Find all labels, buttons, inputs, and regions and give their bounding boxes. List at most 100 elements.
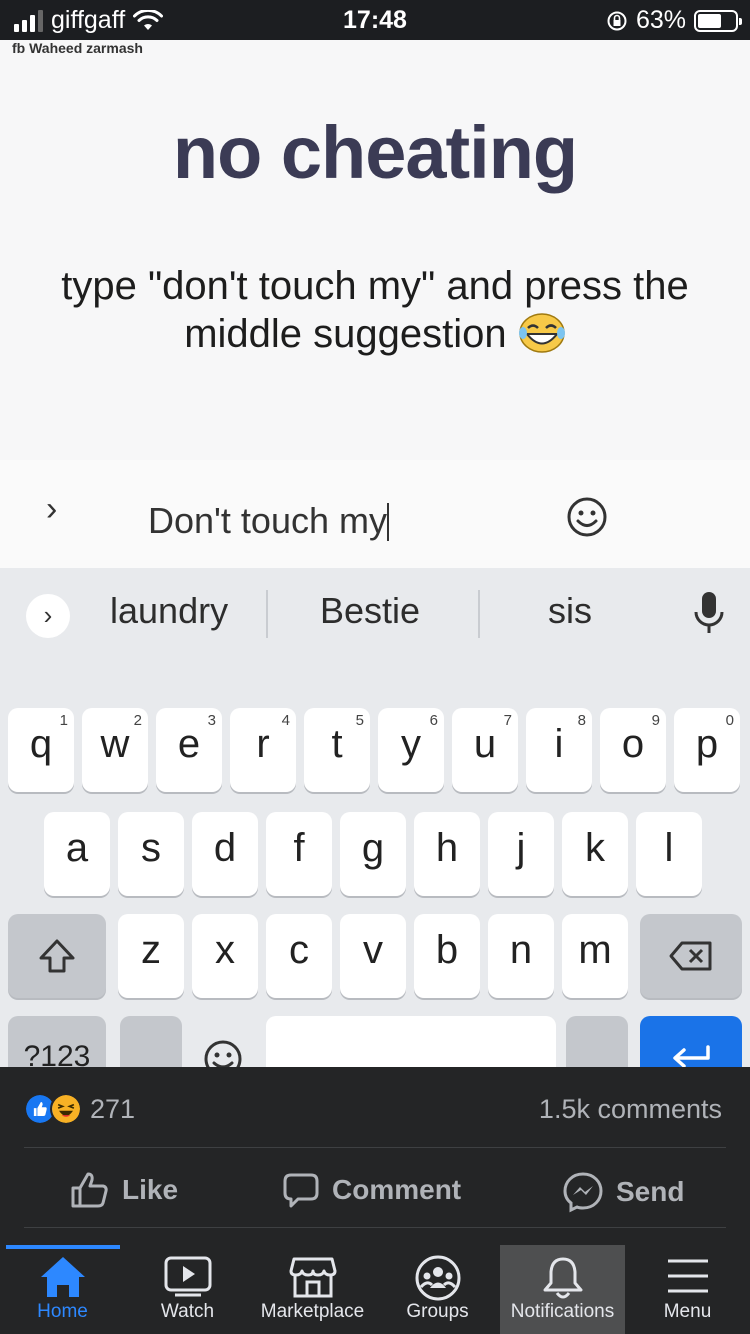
- key-e: e3: [156, 708, 222, 792]
- key-w: w2: [82, 708, 148, 792]
- post-image[interactable]: fb Waheed zarmash no cheating type "don'…: [0, 40, 750, 1067]
- key-label: g: [361, 826, 385, 870]
- comments-count[interactable]: 1.5k comments: [539, 1094, 722, 1125]
- key-label: x: [215, 928, 235, 972]
- laughing-emoji-icon: [518, 313, 565, 353]
- key-number-hint: 2: [133, 712, 142, 729]
- chevron-right-icon: ›: [46, 490, 58, 528]
- key-s: s: [118, 812, 184, 896]
- watermark: fb Waheed zarmash: [12, 40, 143, 56]
- like-icon: [71, 1172, 108, 1208]
- key-label: f: [293, 826, 305, 870]
- nav-notifications[interactable]: Notifications: [500, 1245, 625, 1334]
- key-number-hint: 1: [59, 712, 68, 729]
- like-button[interactable]: Like: [70, 1171, 178, 1209]
- send-button[interactable]: Send: [562, 1171, 684, 1213]
- nav-watch-label: Watch: [160, 1301, 215, 1322]
- key-c: c: [266, 914, 332, 998]
- shift-key: [8, 914, 106, 998]
- marketplace-icon: [289, 1257, 336, 1298]
- text-cursor: [386, 503, 389, 541]
- key-number-hint: 4: [281, 712, 290, 729]
- key-number-hint: 7: [503, 712, 512, 729]
- nav-marketplace[interactable]: Marketplace: [250, 1245, 375, 1334]
- key-n: n: [488, 914, 554, 998]
- key-label: m: [578, 928, 612, 972]
- home-icon: [40, 1257, 85, 1297]
- bell-icon: [543, 1257, 582, 1299]
- key-d: d: [192, 812, 258, 896]
- key-label: s: [141, 826, 161, 870]
- watch-icon: [164, 1256, 211, 1297]
- shift-icon: [39, 939, 75, 973]
- groups-icon: [415, 1255, 460, 1301]
- key-number-hint: 6: [429, 712, 438, 729]
- period-key: .: [566, 1016, 628, 1067]
- key-i: i8: [526, 708, 592, 792]
- backspace-key: [640, 914, 742, 998]
- instruction-line-2: middle suggestion: [184, 312, 507, 356]
- key-number-hint: 3: [207, 712, 216, 729]
- backspace-icon: [669, 941, 712, 971]
- comment-label: Comment: [332, 1174, 462, 1205]
- key-label: c: [289, 928, 309, 972]
- nav-notifications-label: Notifications: [510, 1301, 615, 1322]
- comment-button[interactable]: Comment: [282, 1171, 461, 1209]
- key-number-hint: 0: [725, 712, 734, 729]
- messenger-icon: [563, 1172, 603, 1213]
- bottom-nav: Home Watch Marketplace Groups Notificati…: [0, 1245, 750, 1334]
- key-q: q1: [8, 708, 74, 792]
- divider: [24, 1227, 726, 1228]
- key-number-hint: 5: [355, 712, 364, 729]
- send-label: Send: [616, 1176, 685, 1207]
- key-number-hint: 9: [651, 712, 660, 729]
- comma-key-label: ,: [145, 1042, 157, 1067]
- suggestion-middle: Bestie: [320, 590, 421, 631]
- key-label: z: [141, 928, 161, 972]
- symbols-key-label: ?123: [23, 1040, 91, 1067]
- key-k: k: [562, 812, 628, 896]
- key-label: b: [435, 928, 459, 972]
- comma-key: ,: [120, 1016, 182, 1067]
- enter-icon: [673, 1045, 710, 1067]
- nav-home-label: Home: [37, 1301, 88, 1322]
- key-u: u7: [452, 708, 518, 792]
- key-label: j: [516, 826, 526, 870]
- suggestion-right: sis: [548, 590, 592, 631]
- key-m: m: [562, 914, 628, 998]
- nav-groups-label: Groups: [406, 1301, 469, 1322]
- meme-title: no cheating: [172, 111, 578, 194]
- reactions-summary[interactable]: 271: [24, 1093, 135, 1125]
- battery-icon: [694, 9, 742, 32]
- battery-group: 63%: [606, 6, 742, 35]
- key-h: h: [414, 812, 480, 896]
- expand-suggestions-icon: ›: [26, 594, 70, 638]
- nav-marketplace-label: Marketplace: [260, 1301, 365, 1322]
- key-l: l: [636, 812, 702, 896]
- status-bar: giffgaff 17:48 63%: [0, 0, 750, 40]
- key-number-hint: 8: [577, 712, 586, 729]
- key-o: o9: [600, 708, 666, 792]
- nav-watch[interactable]: Watch: [125, 1245, 250, 1334]
- emoji-key-icon: [204, 1040, 242, 1067]
- nav-menu[interactable]: Menu: [625, 1245, 750, 1334]
- nav-home[interactable]: Home: [0, 1245, 125, 1334]
- menu-icon: [667, 1259, 708, 1293]
- period-key-label: .: [591, 1042, 603, 1067]
- suggestion-divider: [266, 590, 268, 638]
- reaction-count: 271: [90, 1093, 136, 1124]
- key-a: a: [44, 812, 110, 896]
- nav-groups[interactable]: Groups: [375, 1245, 500, 1334]
- space-key: [266, 1016, 556, 1067]
- meme-instruction: type "don't touch my" and press the midd…: [30, 262, 720, 358]
- symbols-key: ?123: [8, 1016, 106, 1067]
- key-label: n: [509, 928, 533, 972]
- microphone-icon: [694, 592, 724, 633]
- suggestion-divider: [478, 590, 480, 638]
- keyboard: › laundry Bestie sis q1w2e3r4t5y6u7i8o9p…: [0, 568, 750, 1067]
- instruction-line-2-wrap: middle suggestion: [30, 310, 720, 358]
- nav-menu-label: Menu: [663, 1301, 712, 1322]
- message-input-text: Don't touch my: [148, 500, 387, 541]
- key-label: l: [664, 826, 674, 870]
- instruction-line-1: type "don't touch my" and press the: [61, 264, 689, 308]
